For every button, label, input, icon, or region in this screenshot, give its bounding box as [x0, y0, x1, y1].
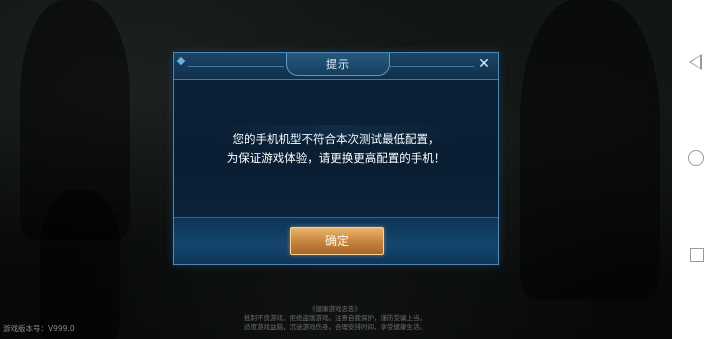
- health-notice: 《健康游戏忠告》 抵制不良游戏，拒绝盗版游戏。注意自我保护，谨防受骗上当。 适度…: [210, 305, 460, 332]
- close-button[interactable]: ✕: [475, 55, 493, 73]
- recent-apps-icon[interactable]: [690, 248, 704, 262]
- health-notice-line-1: 抵制不良游戏，拒绝盗版游戏。注意自我保护，谨防受骗上当。: [244, 314, 426, 322]
- confirm-button[interactable]: 确定: [290, 227, 384, 255]
- header-ornament-line: [188, 66, 284, 67]
- back-icon[interactable]: [689, 54, 702, 70]
- health-notice-line-2: 适度游戏益脑，沉迷游戏伤身。合理安排时间，享受健康生活。: [244, 323, 426, 331]
- version-label: 游戏版本号：V999.0: [3, 324, 75, 333]
- dialog-footer: 确定: [174, 217, 498, 264]
- game-background: 提示 ✕ 您的手机机型不符合本次测试最低配置， 为保证游戏体验，请更换更高配置的…: [0, 0, 672, 339]
- header-ornament-line: [390, 66, 474, 67]
- home-icon[interactable]: [688, 150, 704, 166]
- close-icon: ✕: [478, 56, 490, 72]
- dialog-body: 您的手机机型不符合本次测试最低配置， 为保证游戏体验，请更换更高配置的手机！: [174, 79, 498, 219]
- dialog-title: 提示: [326, 58, 350, 71]
- dialog-header: 提示 ✕: [174, 53, 498, 80]
- system-nav-bar: [672, 0, 720, 339]
- body-watermark: [214, 125, 458, 141]
- notice-dialog: 提示 ✕ 您的手机机型不符合本次测试最低配置， 为保证游戏体验，请更换更高配置的…: [173, 52, 499, 265]
- health-notice-title: 《健康游戏忠告》: [309, 305, 361, 313]
- message-line-2: 为保证游戏体验，请更换更高配置的手机！: [226, 151, 446, 165]
- dialog-title-plate: 提示: [286, 53, 390, 76]
- corner-ornament: [176, 56, 186, 66]
